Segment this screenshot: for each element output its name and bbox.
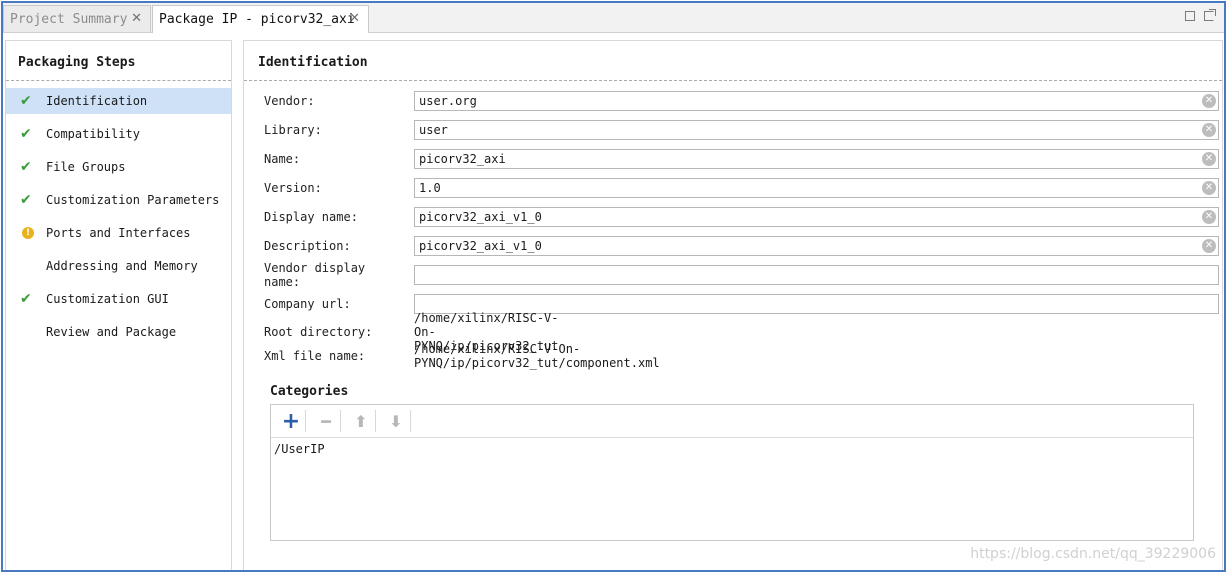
identification-panel: Identification Vendor:✕Library:✕Name:✕Ve… [243,40,1223,570]
step-label: Compatibility [46,127,140,141]
field-row: Name: ✕ [264,149,1219,169]
check-icon: ✔ [20,192,32,208]
tab-package-ip[interactable]: Package IP - picorv32_axi ✕ [152,5,369,33]
warning-icon: ! [22,227,34,239]
field-input[interactable] [414,149,1219,169]
field-input[interactable] [414,207,1219,227]
move-down-icon[interactable]: ⬇ [382,410,411,432]
field-label: Library: [264,123,322,137]
field-label: Vendor: [264,94,315,108]
root-directory-row: Root directory: /home/xilinx/RISC-V-On-P… [264,311,559,353]
steps-list: ✔ Identification ✔ Compatibility ✔ File Group… [6,88,231,345]
remove-icon[interactable]: ━ [312,410,341,432]
maximize-icon[interactable] [1185,11,1195,21]
field-label: Version: [264,181,322,195]
clear-icon[interactable]: ✕ [1202,210,1216,224]
categories-title: Categories [270,384,349,399]
field-row: Vendor: ✕ [264,91,1219,111]
identification-title: Identification [244,41,1222,81]
categories-box: + ━ ⬆ ⬇ /UserIP [270,404,1194,541]
field-label: Company url: [264,297,351,311]
packaging-steps-title: Packaging Steps [6,41,231,81]
field-row: Display name: ✕ [264,207,1219,227]
step-label: Addressing and Memory [46,259,198,273]
step-label: Customization GUI [46,292,169,306]
field-row: Company url: [264,294,1219,314]
step-label: Customization Parameters [46,193,220,207]
step-item[interactable]: ✔ Customization GUI [6,286,231,312]
clear-icon[interactable]: ✕ [1202,239,1216,253]
field-label: Display name: [264,210,358,224]
clear-icon[interactable]: ✕ [1202,181,1216,195]
step-item[interactable]: ! Ports and Interfaces [6,220,231,246]
category-item[interactable]: /UserIP [271,438,1193,460]
root-directory-label: Root directory: [264,325,373,339]
tab-bar: Project Summary ✕ Package IP - picorv32_… [3,3,1224,33]
field-row: Version: ✕ [264,178,1219,198]
move-up-icon[interactable]: ⬆ [347,410,376,432]
xml-file-label: Xml file name: [264,349,366,363]
close-icon[interactable]: ✕ [131,11,142,26]
field-input[interactable] [414,265,1219,285]
tab-label: Package IP - picorv32_axi [159,12,355,27]
watermark: https://blog.csdn.net/qq_39229006 [970,546,1216,562]
check-icon: ✔ [20,93,32,109]
step-item[interactable]: ✔ Identification [6,88,231,114]
xml-file-row: Xml file name: /home/xilinx/RISC-V-On-PY… [264,342,660,370]
clear-icon[interactable]: ✕ [1202,94,1216,108]
window-controls [1185,9,1216,21]
xml-file-value: /home/xilinx/RISC-V-On-PYNQ/ip/picorv32_… [414,342,660,370]
package-ip-window: Project Summary ✕ Package IP - picorv32_… [1,1,1226,572]
step-label: Review and Package [46,325,177,339]
step-item[interactable]: Review and Package [6,319,231,345]
tab-project-summary[interactable]: Project Summary ✕ [3,5,151,32]
clear-icon[interactable]: ✕ [1202,152,1216,166]
packaging-steps-panel: Packaging Steps ✔ Identification ✔ Compatib… [5,40,232,570]
field-row: Vendor display name: [264,261,1219,289]
close-icon[interactable]: ✕ [349,11,360,26]
step-item[interactable]: ✔ Compatibility [6,121,231,147]
field-label: Name: [264,152,301,166]
field-row: Library: ✕ [264,120,1219,140]
step-label: Ports and Interfaces [46,226,191,240]
field-input[interactable] [414,120,1219,140]
restore-icon[interactable] [1204,9,1216,21]
step-label: File Groups [46,160,126,174]
field-input[interactable] [414,236,1219,256]
step-label: Identification [46,94,148,108]
step-item[interactable]: ✔ Customization Parameters [6,187,231,213]
field-row: Description: ✕ [264,236,1219,256]
field-input[interactable] [414,178,1219,198]
categories-list: /UserIP [271,438,1193,460]
field-label: Vendor display name: [264,261,366,289]
clear-icon[interactable]: ✕ [1202,123,1216,137]
add-icon[interactable]: + [277,409,306,434]
categories-toolbar: + ━ ⬆ ⬇ [271,405,1193,438]
check-icon: ✔ [20,159,32,175]
field-input[interactable] [414,91,1219,111]
tab-label: Project Summary [10,11,128,27]
step-item[interactable]: ✔ File Groups [6,154,231,180]
check-icon: ✔ [20,126,32,142]
check-icon: ✔ [20,291,32,307]
step-item[interactable]: Addressing and Memory [6,253,231,279]
field-label: Description: [264,239,351,253]
